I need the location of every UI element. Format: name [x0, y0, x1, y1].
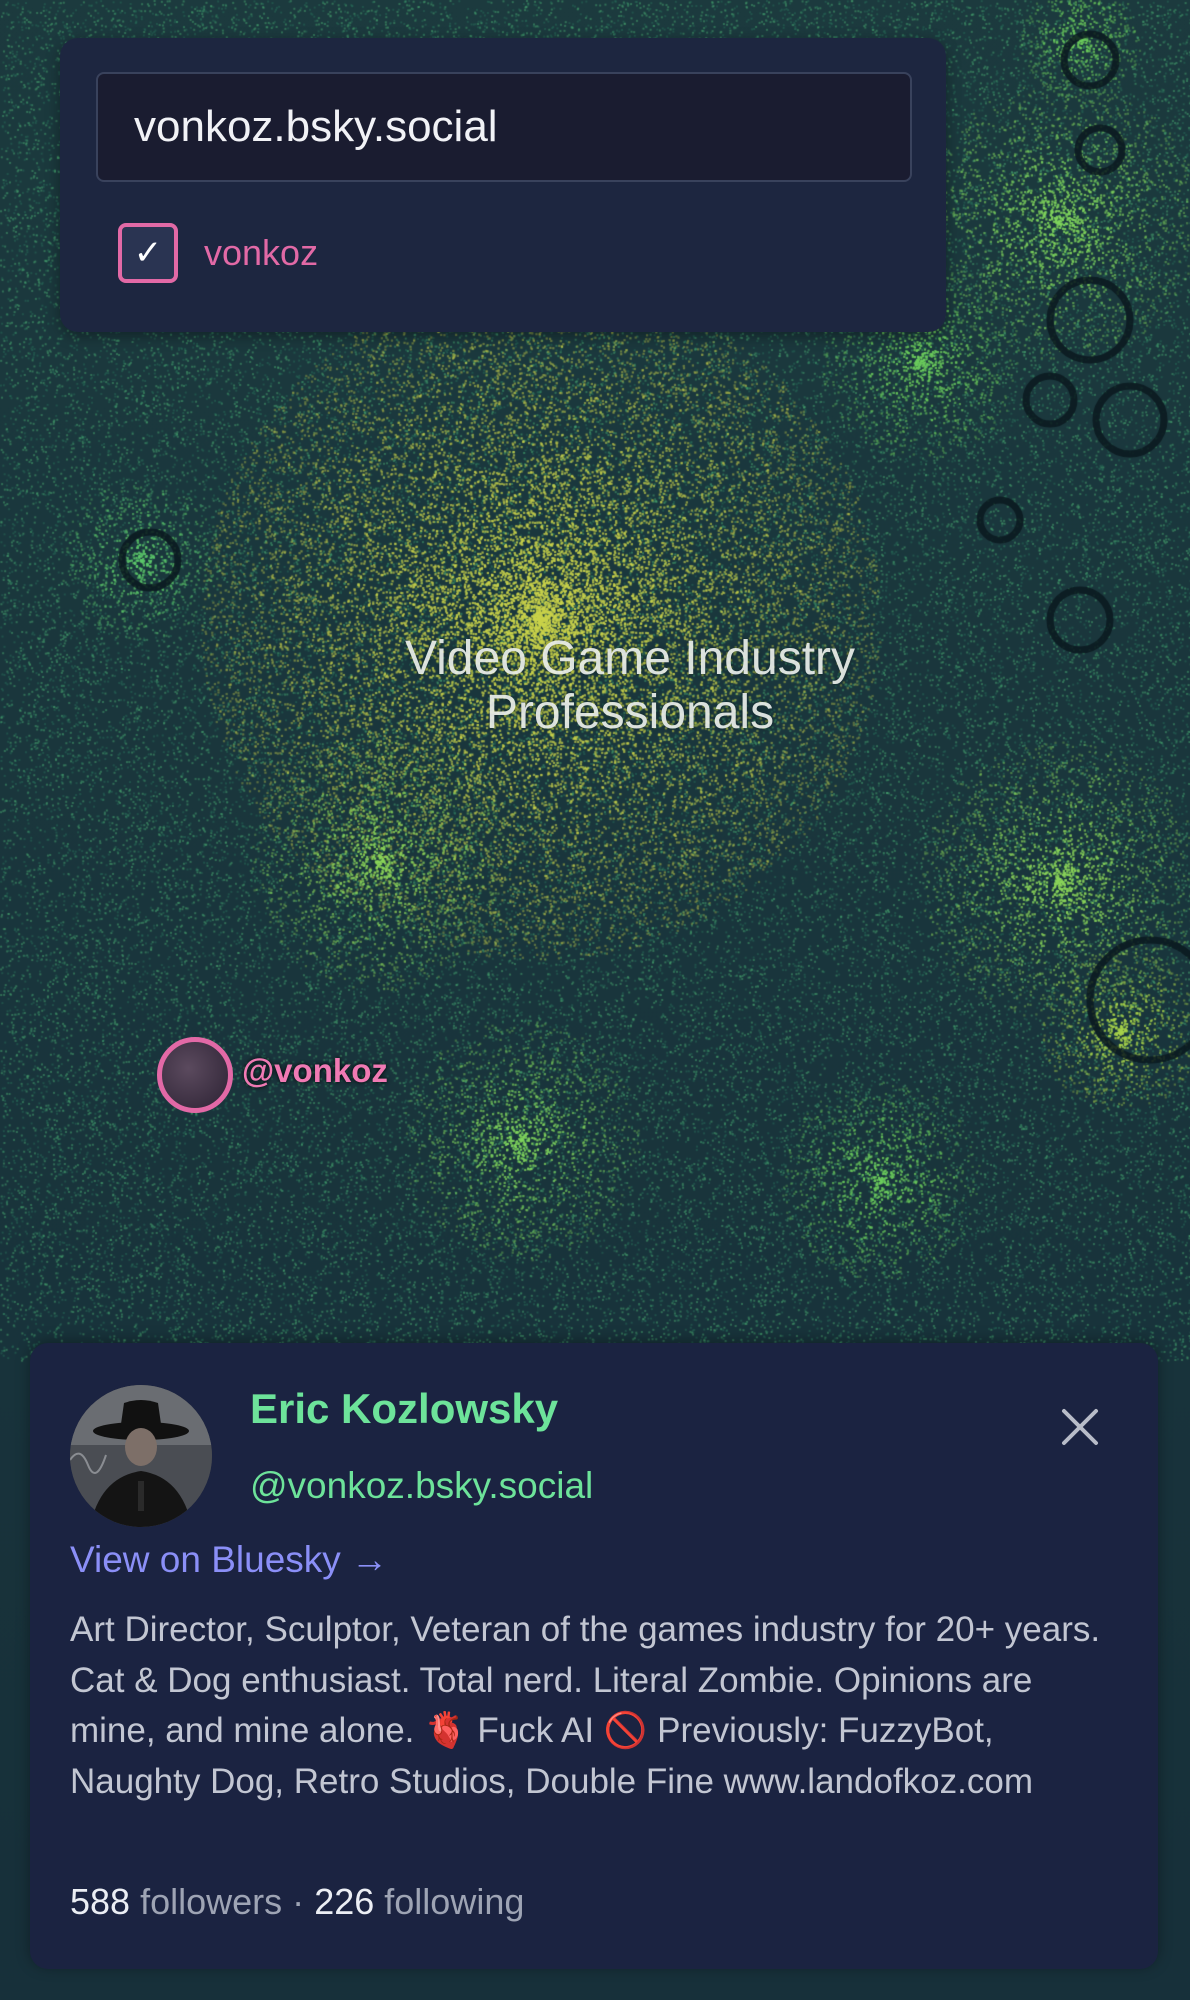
close-icon	[1062, 1409, 1098, 1445]
view-on-bluesky-link[interactable]: View on Bluesky →	[70, 1539, 388, 1581]
stats-separator: ·	[292, 1881, 305, 1922]
profile-stats: 588 followers · 226 following	[70, 1881, 524, 1923]
profile-avatar	[70, 1385, 212, 1527]
check-icon: ✓	[133, 234, 163, 272]
search-result-item[interactable]: ✓ vonkoz	[118, 220, 318, 286]
profile-bio: Art Director, Sculptor, Veteran of the g…	[70, 1610, 1101, 1801]
cluster-label-line1: Video Game Industry	[404, 632, 856, 685]
search-input[interactable]	[96, 72, 912, 182]
profile-card: Eric Kozlowsky @vonkoz.bsky.social View …	[30, 1343, 1158, 1969]
profile-display-name: Eric Kozlowsky	[250, 1385, 559, 1432]
close-button[interactable]	[1050, 1397, 1110, 1457]
followers-count: 588	[70, 1881, 131, 1922]
cluster-label: Video Game Industry Professionals	[330, 632, 930, 740]
user-marker-avatar[interactable]	[157, 1037, 233, 1113]
following-label: following	[384, 1881, 525, 1922]
following-count: 226	[314, 1881, 375, 1922]
user-marker-label[interactable]: @vonkoz	[242, 1052, 388, 1090]
followers-label: followers	[140, 1881, 283, 1922]
cluster-label-line2: Professionals	[485, 686, 775, 739]
result-checkbox[interactable]: ✓	[118, 223, 178, 283]
profile-handle: @vonkoz.bsky.social	[250, 1465, 594, 1506]
result-label: vonkoz	[204, 232, 319, 273]
avatar-portrait-icon	[70, 1385, 212, 1527]
search-panel: ✓ vonkoz	[60, 38, 946, 332]
